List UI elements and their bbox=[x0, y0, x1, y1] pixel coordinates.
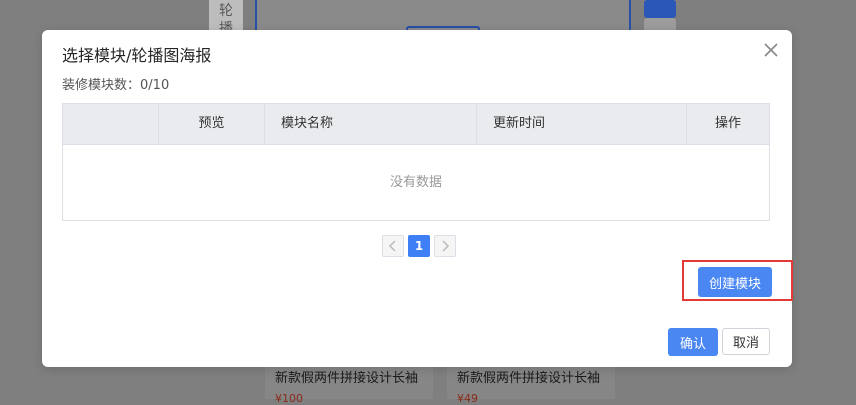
module-count-value: 0/10 bbox=[140, 78, 170, 93]
next-page-button[interactable] bbox=[434, 235, 456, 257]
column-header-select bbox=[63, 104, 159, 144]
select-module-dialog: 选择模块/轮播图海报 装修模块数：0/10 预览 模块名称 更新时间 操作 没有… bbox=[42, 30, 793, 367]
module-count: 装修模块数：0/10 bbox=[62, 74, 169, 93]
column-header-actions: 操作 bbox=[714, 116, 741, 131]
column-header-name: 模块名称 bbox=[265, 104, 477, 144]
prev-page-button[interactable] bbox=[382, 235, 404, 257]
create-module-button[interactable]: 创建模块 bbox=[698, 267, 772, 297]
pagination: 1 bbox=[382, 235, 456, 257]
chevron-right-icon bbox=[442, 240, 450, 252]
page-number[interactable]: 1 bbox=[408, 235, 430, 257]
bg-product-title: 新款假两件拼接设计长袖 bbox=[275, 371, 419, 386]
bg-tool-button bbox=[644, 0, 676, 18]
column-header-updated: 更新时间 bbox=[477, 104, 687, 144]
confirm-button[interactable]: 确认 bbox=[668, 328, 718, 356]
cancel-button[interactable]: 取消 bbox=[722, 328, 770, 355]
dialog-title: 选择模块/轮播图海报 bbox=[62, 46, 212, 65]
module-count-label: 装修模块数： bbox=[62, 78, 141, 93]
column-header-preview: 预览 bbox=[159, 104, 265, 144]
chevron-left-icon bbox=[388, 240, 396, 252]
close-icon[interactable] bbox=[763, 42, 779, 58]
bg-product-title: 新款假两件拼接设计长袖 bbox=[457, 371, 601, 386]
empty-state-text: 没有数据 bbox=[389, 175, 442, 190]
bg-side-tab-char: 轮 bbox=[219, 3, 233, 19]
table-header: 预览 模块名称 更新时间 操作 bbox=[63, 104, 769, 145]
bg-product-card: 新款假两件拼接设计长袖 ¥100 bbox=[265, 362, 433, 405]
bg-product-card: 新款假两件拼接设计长袖 ¥49 bbox=[447, 362, 615, 405]
module-table: 预览 模块名称 更新时间 操作 没有数据 bbox=[62, 103, 770, 221]
